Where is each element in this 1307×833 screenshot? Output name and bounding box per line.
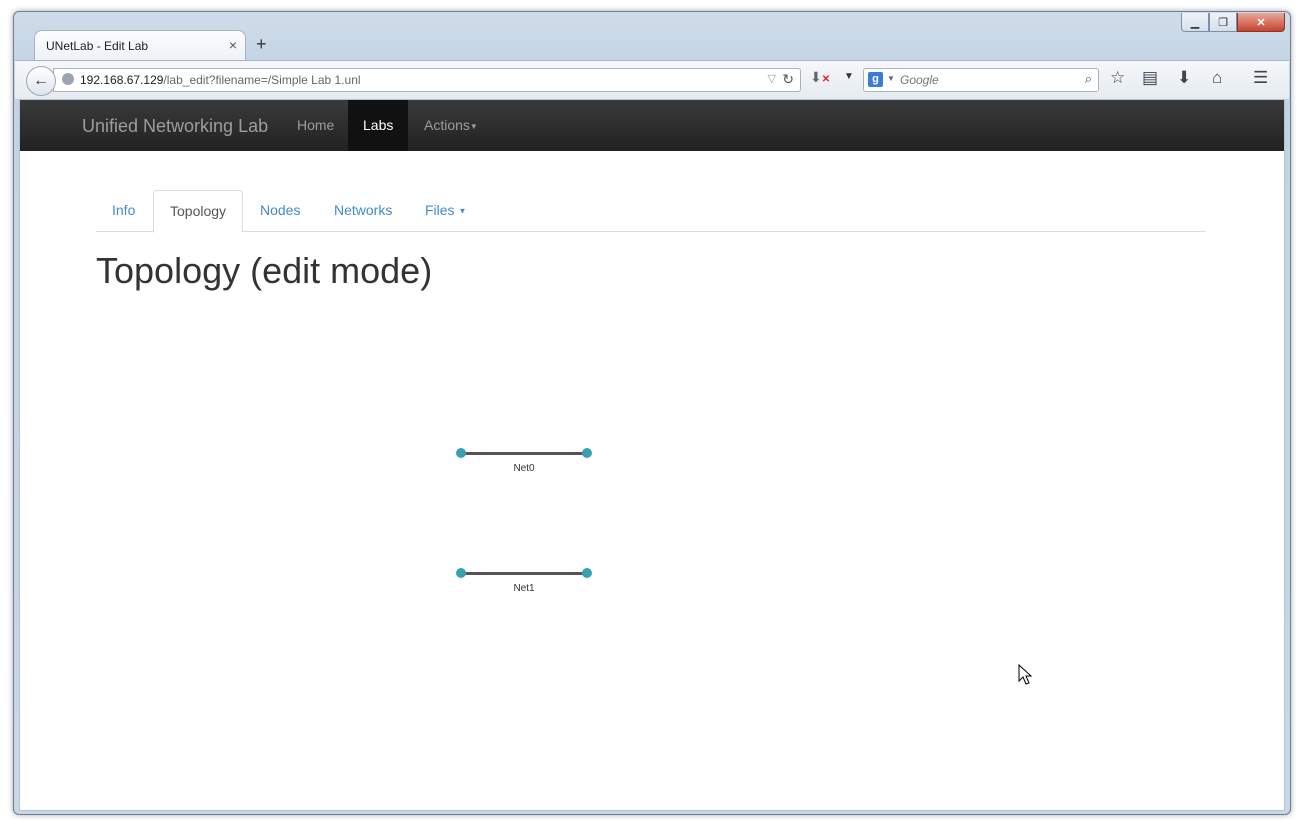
app-navbar: Unified Networking Lab Home Labs Actions…	[20, 100, 1284, 151]
network-net1[interactable]: Net1	[456, 568, 592, 598]
url-path: /lab_edit?filename=/Simple Lab 1.unl	[163, 73, 361, 87]
search-box[interactable]: g ▼ Google ⌕	[863, 68, 1099, 92]
nav-actions-label: Actions	[424, 117, 470, 133]
addon-dropdown-icon[interactable]: ▼	[844, 71, 854, 82]
url-host: 192.168.67.129	[80, 73, 164, 87]
search-icon[interactable]: ⌕	[1085, 71, 1092, 87]
menu-icon[interactable]: ☰	[1253, 68, 1268, 88]
reload-icon[interactable]: ↻	[782, 71, 794, 88]
back-button[interactable]: ←	[26, 66, 56, 96]
endpoint-left[interactable]	[456, 568, 466, 578]
search-placeholder: Google	[900, 73, 939, 87]
endpoint-right[interactable]	[582, 568, 592, 578]
minimize-button[interactable]: ▁	[1181, 13, 1209, 32]
tab-info[interactable]: Info	[96, 190, 151, 230]
history-dropdown-icon[interactable]: ▽	[768, 72, 776, 85]
network-label: Net0	[513, 463, 535, 474]
tab-title: UNetLab - Edit Lab	[46, 39, 149, 53]
home-icon[interactable]: ⌂	[1212, 68, 1222, 88]
tab-networks[interactable]: Networks	[318, 190, 408, 230]
browser-window: ▁ ❐ ✕ UNetLab - Edit Lab × + 192.168.67.…	[13, 11, 1291, 815]
tab-topology[interactable]: Topology	[153, 190, 244, 233]
page-content: Unified Networking Lab Home Labs Actions…	[19, 99, 1285, 811]
address-bar[interactable]: 192.168.67.129/lab_edit?filename=/Simple…	[53, 68, 801, 92]
nav-labs[interactable]: Labs	[348, 100, 409, 151]
bookmarks-list-icon[interactable]: ▤	[1142, 68, 1158, 88]
url-text: 192.168.67.129/lab_edit?filename=/Simple…	[80, 73, 361, 87]
tab-files[interactable]: Files ▼	[409, 190, 482, 230]
network-line	[465, 572, 583, 575]
tab-files-label: Files	[425, 202, 455, 218]
endpoint-right[interactable]	[582, 448, 592, 458]
close-window-button[interactable]: ✕	[1237, 13, 1285, 32]
downloads-icon[interactable]: ⬇	[1177, 68, 1191, 88]
tab-nodes[interactable]: Nodes	[244, 190, 316, 230]
nav-home[interactable]: Home	[282, 100, 349, 151]
browser-toolbar: 192.168.67.129/lab_edit?filename=/Simple…	[15, 60, 1289, 99]
tab-close-icon[interactable]: ×	[229, 37, 237, 53]
nav-actions[interactable]: Actions▼	[409, 100, 493, 151]
caret-down-icon: ▼	[458, 206, 467, 216]
network-line	[465, 452, 583, 455]
mouse-cursor-icon	[1018, 664, 1033, 685]
engine-dropdown-icon[interactable]: ▼	[887, 74, 895, 83]
maximize-button[interactable]: ❐	[1209, 13, 1237, 32]
brand-link[interactable]: Unified Networking Lab	[82, 116, 268, 137]
browser-tab[interactable]: UNetLab - Edit Lab ×	[34, 30, 246, 61]
window-controls: ▁ ❐ ✕	[1181, 13, 1285, 32]
new-tab-button[interactable]: +	[256, 34, 267, 55]
page-title: Topology (edit mode)	[96, 250, 433, 291]
google-icon[interactable]: g	[868, 72, 883, 87]
endpoint-left[interactable]	[456, 448, 466, 458]
addon-icon[interactable]: ⬇✕	[810, 69, 830, 86]
globe-icon	[62, 73, 74, 85]
caret-down-icon: ▼	[469, 121, 478, 131]
network-label: Net1	[513, 583, 535, 594]
lab-tabs: Info Topology Nodes Networks Files ▼	[96, 190, 1206, 233]
bookmark-star-icon[interactable]: ☆	[1110, 68, 1125, 88]
back-arrow-icon: ←	[33, 72, 49, 89]
network-net0[interactable]: Net0	[456, 448, 592, 478]
